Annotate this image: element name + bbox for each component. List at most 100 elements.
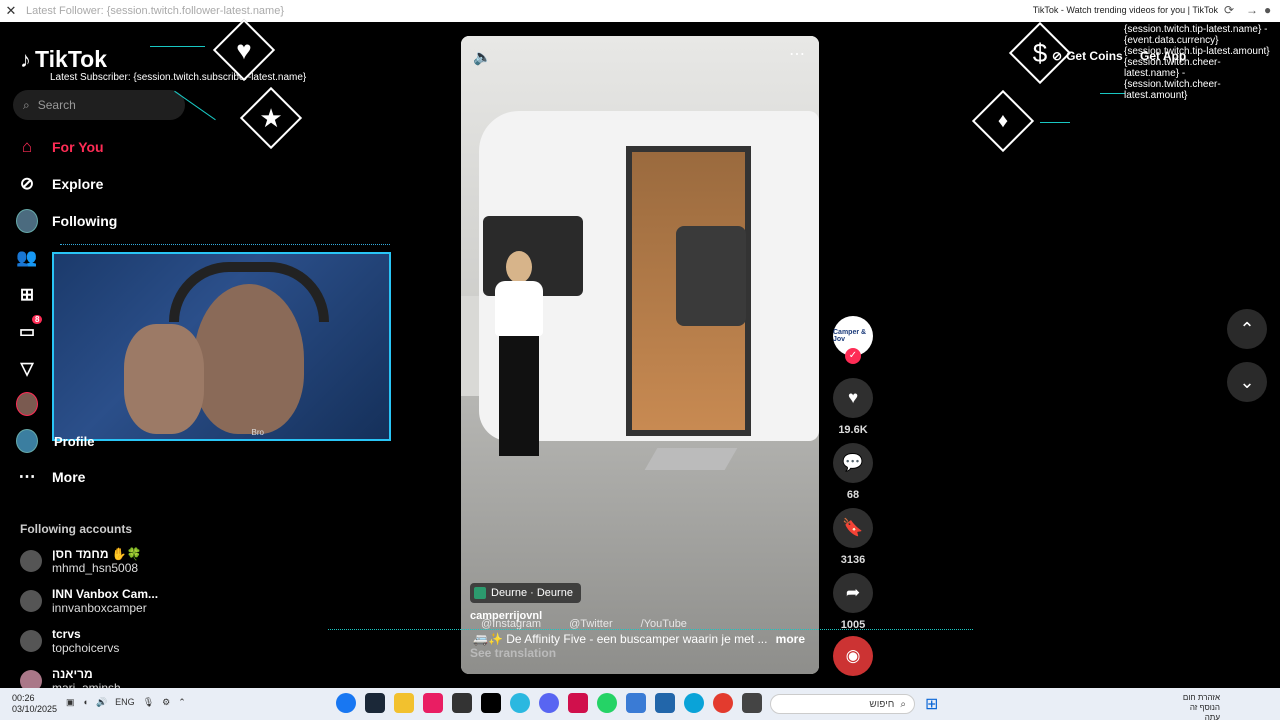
search-icon: ⌕ xyxy=(23,97,30,112)
windows-start-icon[interactable]: ⊞ xyxy=(925,694,938,714)
account-handle: mhmd_hsn5008 xyxy=(52,561,139,575)
heart-icon: ♥ xyxy=(236,35,252,65)
system-tray[interactable]: ▣ ◖ 🔊 ENG 🎙 ⚙ ⌃ xyxy=(66,697,186,708)
person-shirt xyxy=(495,281,543,336)
app-icon[interactable] xyxy=(510,693,530,713)
overlay-line xyxy=(1040,122,1070,123)
subscriber-overlay-text: Latest Subscriber: {session.twitch.subsc… xyxy=(50,72,307,83)
messages-badge: 8 xyxy=(32,315,43,324)
tiktok-logo[interactable]: ♪ TikTok xyxy=(20,46,107,73)
avatar xyxy=(16,392,38,416)
calculator-icon[interactable] xyxy=(626,693,646,713)
account-item[interactable]: מחמד חסן ✋🍀 mhmd_hsn5008 xyxy=(20,547,142,575)
nav-following-label: Following xyxy=(52,213,118,229)
home-icon: ⌂ xyxy=(21,137,33,156)
gem-icon: ♦ xyxy=(997,110,1009,132)
music-disc-icon: ◉ xyxy=(845,646,861,665)
share-button[interactable]: ➦ xyxy=(833,573,873,613)
caption-more-button[interactable]: more xyxy=(776,632,805,646)
weather-label: אזהרת חום xyxy=(1182,693,1220,702)
follow-check-icon[interactable]: ✓ xyxy=(845,348,861,364)
weather-sub: הנוסף זה עתה xyxy=(1189,703,1220,720)
more-options-icon[interactable]: ⋯ xyxy=(789,44,805,64)
store-icon[interactable] xyxy=(655,693,675,713)
close-icon[interactable]: ✕ xyxy=(0,3,22,19)
nav-more[interactable]: ⋯ More xyxy=(16,466,86,488)
taskbar-clock[interactable]: 00:26 03/10/2025 xyxy=(12,693,57,715)
see-translation-link[interactable]: See translation xyxy=(470,646,556,660)
language-indicator: ENG xyxy=(115,697,135,707)
account-handle: topchoicervs xyxy=(52,641,120,655)
location-tag[interactable]: Deurne · Deurne xyxy=(470,583,581,603)
adobe-icon[interactable] xyxy=(568,693,588,713)
volume-tray-icon: 🔊 xyxy=(95,697,108,707)
tiktok-studio-icon[interactable] xyxy=(423,693,443,713)
likes-count: 19.6K xyxy=(838,424,868,436)
discord-icon[interactable] xyxy=(539,693,559,713)
account-handle: innvanboxcamper xyxy=(52,601,147,615)
next-video-button[interactable]: ⌄ xyxy=(1227,362,1267,402)
volume-icon[interactable]: 🔈 xyxy=(473,48,492,66)
nav-explore-label: Explore xyxy=(52,176,104,192)
nav-upload[interactable]: ⊞ xyxy=(16,284,38,306)
chrome-icon[interactable] xyxy=(713,693,733,713)
friends-icon: 👥 xyxy=(16,248,38,267)
music-disc[interactable]: ◉ xyxy=(833,636,873,676)
nav-friends[interactable]: 👥 xyxy=(16,247,38,269)
page-title: TikTok - Watch trending videos for you |… xyxy=(1032,5,1218,15)
webcam-overlay: Bro xyxy=(52,252,391,441)
upload-plus-icon: ⊞ xyxy=(19,285,35,304)
edge-icon[interactable] xyxy=(684,693,704,713)
obs-icon[interactable] xyxy=(452,693,472,713)
streamer-face xyxy=(194,284,304,434)
facebook-icon[interactable] xyxy=(336,693,356,713)
webcam-top-dots xyxy=(60,244,390,245)
get-coins-button[interactable]: ⊘ Get Coins xyxy=(1052,49,1123,63)
nav-live[interactable] xyxy=(16,392,38,416)
location-label: Deurne · Deurne xyxy=(491,587,573,599)
taskbar-search[interactable]: חיפוש ⌕ xyxy=(770,694,915,714)
comment-icon: 💬 xyxy=(842,453,864,472)
previous-video-button[interactable]: ⌃ xyxy=(1227,309,1267,349)
send-icon: ▽ xyxy=(20,359,34,378)
live-avatar-icon xyxy=(16,392,38,416)
video-van-step xyxy=(644,448,738,470)
tray-icon: ▣ xyxy=(66,697,75,707)
nav-profile[interactable] xyxy=(16,429,38,453)
tray-icon: ◖ xyxy=(82,697,88,707)
account-name: מחמד חסן ✋🍀 xyxy=(52,547,142,561)
whatsapp-icon[interactable] xyxy=(597,693,617,713)
forward-icon[interactable]: → xyxy=(1246,3,1258,17)
steam-icon[interactable] xyxy=(365,693,385,713)
save-button[interactable]: 🔖 xyxy=(833,508,873,548)
tiktok-icon[interactable] xyxy=(481,693,501,713)
account-item[interactable]: tcrvs topchoicervs xyxy=(20,627,119,655)
account-item[interactable]: INN Vanbox Cam... innvanboxcamper xyxy=(20,587,158,615)
folder-icon[interactable] xyxy=(394,693,414,713)
nav-explore[interactable]: ⊘ Explore xyxy=(16,173,103,195)
avatar xyxy=(20,550,42,572)
nav-following[interactable]: Following xyxy=(16,209,118,233)
tray-icon: ⚙ xyxy=(162,697,171,707)
weather-widget[interactable]: אזהרת חום הנוסף זה עתה xyxy=(1180,693,1220,720)
tip-cheer-overlay-text: {session.twitch.tip-latest.name} - {even… xyxy=(1124,24,1270,101)
video-player[interactable]: 🔈 ⋯ Deurne · Deurne camperrijovnl @Insta… xyxy=(461,36,819,674)
avatar xyxy=(16,429,38,453)
comments-count: 68 xyxy=(846,489,860,501)
person-pants xyxy=(499,336,539,456)
nav-for-you[interactable]: ⌂ For You xyxy=(16,136,104,158)
search-placeholder: Search xyxy=(37,98,76,112)
like-button[interactable]: ♥ xyxy=(833,378,873,418)
message-icon: ▭ xyxy=(18,322,36,341)
saves-count: 3136 xyxy=(840,554,866,566)
nav-profile-label[interactable]: Profile xyxy=(54,434,94,449)
terminal-icon[interactable] xyxy=(742,693,762,713)
nav-activity[interactable]: ▽ xyxy=(16,358,38,380)
refresh-icon[interactable]: ⟳ xyxy=(1224,3,1234,17)
overlay-line xyxy=(150,46,205,47)
search-input[interactable]: ⌕ Search xyxy=(13,90,185,120)
nav-messages[interactable]: ▭ 8 xyxy=(16,315,43,343)
video-caption: 🚐✨ De Affinity Five - een buscamper waar… xyxy=(473,632,768,646)
comment-button[interactable]: 💬 xyxy=(833,443,873,483)
avatar xyxy=(20,590,42,612)
